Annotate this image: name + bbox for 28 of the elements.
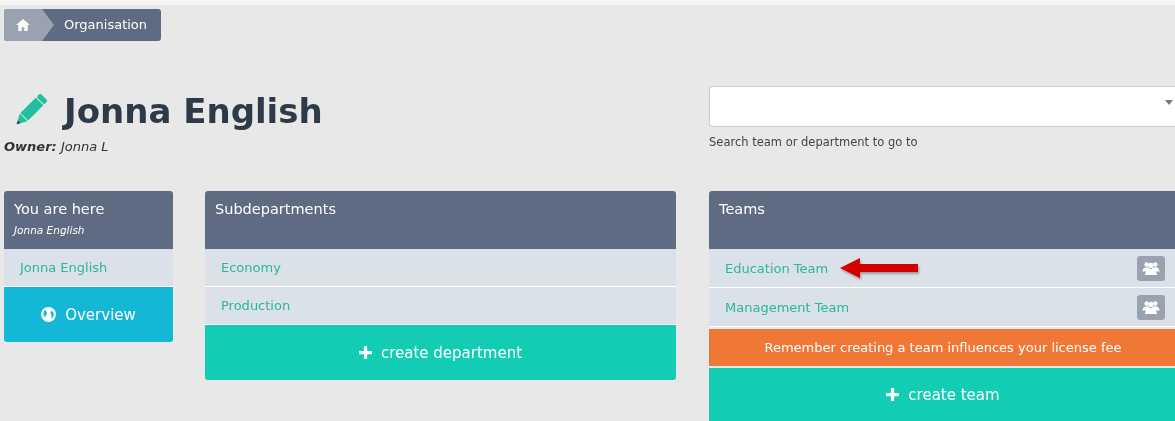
members-button[interactable] bbox=[1137, 255, 1165, 281]
department-link[interactable]: Production bbox=[221, 298, 291, 313]
globe-icon bbox=[41, 307, 57, 322]
home-icon bbox=[16, 19, 30, 31]
members-button[interactable] bbox=[1137, 294, 1165, 320]
team-link[interactable]: Management Team bbox=[725, 299, 850, 315]
search-dropdown[interactable] bbox=[709, 86, 1175, 127]
panel-title: You are here bbox=[14, 201, 106, 217]
search-hint: Search team or department to go to bbox=[709, 135, 919, 149]
license-notice: Remember creating a team influences your license fee bbox=[709, 329, 1175, 366]
group-icon bbox=[1142, 300, 1160, 314]
create-team-button[interactable]: create team bbox=[709, 368, 1175, 421]
owner-text: Owner: Jonna L bbox=[4, 139, 110, 154]
plus-icon bbox=[358, 346, 372, 359]
caret-icon bbox=[1165, 100, 1173, 105]
team-link[interactable]: Education Team bbox=[725, 260, 829, 276]
panel-title: Subdepartments bbox=[215, 201, 337, 217]
breadcrumb-link[interactable]: Organisation bbox=[54, 9, 162, 41]
create-department-button[interactable]: create department bbox=[205, 325, 676, 380]
department-link[interactable]: Economy bbox=[221, 260, 281, 275]
page-title: Jonna English bbox=[64, 91, 323, 131]
home-link[interactable] bbox=[4, 9, 42, 41]
group-icon bbox=[1142, 261, 1160, 275]
department-link[interactable]: Jonna English bbox=[20, 260, 108, 275]
overview-button[interactable]: Overview bbox=[4, 287, 173, 342]
panel-title: Teams bbox=[719, 201, 766, 217]
panel-subtitle: Jonna English bbox=[14, 224, 86, 236]
plus-icon bbox=[886, 388, 900, 401]
